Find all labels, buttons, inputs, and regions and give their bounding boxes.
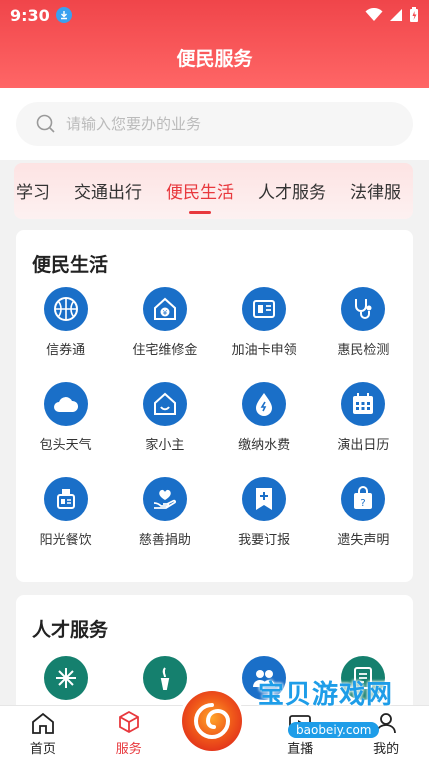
service-label: 遗失声明 xyxy=(337,533,390,548)
service-label: 包头天气 xyxy=(39,438,92,453)
compass-icon xyxy=(43,656,88,700)
service-label: 阳光餐饮 xyxy=(39,533,92,548)
search-box[interactable] xyxy=(16,102,413,146)
search-input[interactable] xyxy=(66,115,366,133)
watermark-text: 宝贝游戏网 xyxy=(258,680,394,710)
service-sunshine-dining[interactable]: 阳光餐饮 xyxy=(16,477,115,572)
bookmark-plus-icon xyxy=(242,477,287,521)
service-newspaper[interactable]: 我要订报 xyxy=(215,477,314,572)
service-label: 慈善捐助 xyxy=(138,533,191,548)
center-logo-button[interactable] xyxy=(182,691,242,751)
service-label: 住宅维修金 xyxy=(132,343,198,358)
service-water-bill[interactable]: 缴纳水费 xyxy=(215,382,314,477)
home-icon xyxy=(31,712,54,734)
nav-service[interactable]: 服务 xyxy=(86,706,172,763)
service-lost-notice[interactable]: ? 遗失声明 xyxy=(314,477,413,572)
signal-icon xyxy=(390,9,402,21)
service-weather[interactable]: 包头天气 xyxy=(16,382,115,477)
search-icon xyxy=(36,114,55,133)
calendar-icon xyxy=(341,382,386,426)
nav-home[interactable]: 首页 xyxy=(0,706,86,763)
service-home-owner[interactable]: 家小主 xyxy=(115,382,214,477)
service-label: 惠民检测 xyxy=(337,343,390,358)
basketball-icon xyxy=(43,287,88,331)
service-show-calendar[interactable]: 演出日历 xyxy=(314,382,413,477)
service-housing-fund[interactable]: ¥ 住宅维修金 xyxy=(115,287,214,382)
status-bar: 9:30 xyxy=(0,0,429,30)
download-icon xyxy=(55,7,72,23)
service-label: 加油卡申领 xyxy=(231,343,297,358)
cube-icon xyxy=(118,710,139,734)
service-voucher[interactable]: 信券通 xyxy=(16,287,115,382)
watermark-url: baobeiy.com xyxy=(288,722,380,738)
nav-label: 服务 xyxy=(115,742,142,757)
service-label: 演出日历 xyxy=(337,438,390,453)
svg-text:?: ? xyxy=(361,498,366,509)
nav-label: 首页 xyxy=(29,742,56,757)
status-time: 9:30 xyxy=(10,5,50,25)
header: 9:30 便民服务 xyxy=(0,0,429,88)
search-section xyxy=(0,88,429,160)
fuel-card-icon xyxy=(242,287,287,331)
page-title: 便民服务 xyxy=(176,48,253,70)
battery-icon xyxy=(410,7,418,22)
service-charity[interactable]: 慈善捐助 xyxy=(115,477,214,572)
service-fuel-card[interactable]: 加油卡申领 xyxy=(215,287,314,382)
tab-talent[interactable]: 人才服务 xyxy=(258,178,326,203)
service-label: 信券通 xyxy=(46,343,86,358)
service-health-check[interactable]: 惠民检测 xyxy=(314,287,413,382)
food-icon xyxy=(43,477,88,521)
service-label: 我要订报 xyxy=(238,533,291,548)
wifi-icon xyxy=(365,8,383,21)
section-title: 人才服务 xyxy=(32,619,109,641)
home-smile-icon xyxy=(142,382,187,426)
cloud-icon xyxy=(43,382,88,426)
section-title: 便民生活 xyxy=(32,254,109,276)
living-services-card: 便民生活 信券通 ¥ 住宅维修金 加油卡申领 惠民检测 包头天气 家小主 缴纳水… xyxy=(16,230,413,582)
category-tabs: 学习 交通出行 便民生活 人才服务 法律服 xyxy=(14,163,413,219)
tab-transport[interactable]: 交通出行 xyxy=(74,178,142,203)
service-label: 缴纳水费 xyxy=(238,438,291,453)
svg-text:¥: ¥ xyxy=(163,309,168,317)
house-yen-icon: ¥ xyxy=(142,287,187,331)
tab-legal[interactable]: 法律服 xyxy=(350,178,401,203)
tab-living[interactable]: 便民生活 xyxy=(166,178,234,214)
stethoscope-icon xyxy=(341,287,386,331)
bag-question-icon: ? xyxy=(341,477,386,521)
water-drop-icon xyxy=(242,382,287,426)
center-logo-icon xyxy=(194,703,231,739)
watermark: 宝贝游戏网 baobeiy.com xyxy=(250,670,429,750)
torch-icon xyxy=(142,656,187,700)
service-label: 家小主 xyxy=(145,438,185,453)
tab-study[interactable]: 学习 xyxy=(16,178,50,203)
heart-hand-icon xyxy=(142,477,187,521)
